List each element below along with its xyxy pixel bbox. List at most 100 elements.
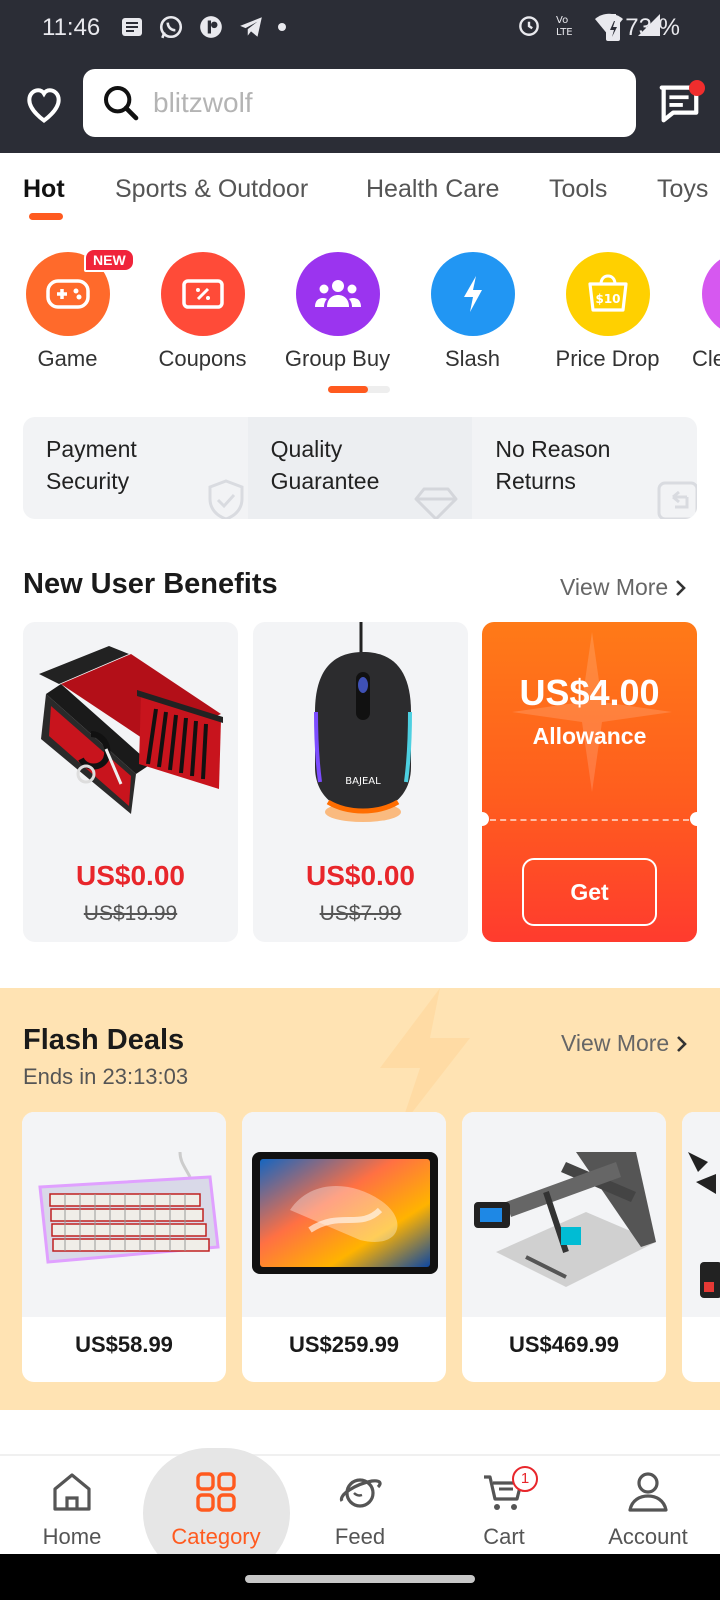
guarantee-line1: Payment [46,436,137,462]
flash-deals-section: Flash Deals Ends in 23:13:03 View More U… [0,988,720,1410]
tab-health-care[interactable]: Health Care [366,175,499,204]
flash-card-drone-partial[interactable] [682,1112,720,1382]
category-label: Game [37,346,98,371]
diamond-icon [414,487,458,519]
battery-percent: 73 % [625,14,680,41]
slash-circle [430,252,515,336]
svg-text:Vo: Vo [556,15,568,26]
chevron-right-icon [676,579,687,596]
nav-cart[interactable]: Cart [439,1456,569,1554]
notification-icons [120,14,286,40]
flash-price: US$259.99 [288,1332,400,1357]
group-icon [314,280,361,307]
category-slash[interactable]: Slash [405,250,540,372]
shield-check-icon [208,479,244,519]
nav-label: Feed [334,1524,386,1549]
category-game[interactable]: NEW Game [0,248,135,372]
nav-category[interactable]: Category [151,1456,281,1554]
app-root: { "status_bar": {"time": "11:46", "batte… [0,0,720,1600]
allowance-amount: US$4.00 [519,672,660,713]
product-price: US$0.00 [306,860,415,891]
whatsapp-icon [159,15,183,39]
view-more-label: View More [560,574,669,600]
flash-card-keyboard[interactable]: US$58.99 [22,1112,226,1382]
lightning-icon [463,276,482,312]
product-card-manicure-set[interactable]: US$0.00 US$19.99 [23,622,238,942]
coupon-notch-right [690,812,697,826]
new-badge: NEW [84,248,135,272]
flash-card-tablet[interactable]: US$259.99 [242,1112,446,1382]
laser-engraver-image [474,1152,656,1287]
category-coupons[interactable]: Coupons [135,250,270,372]
category-icon [196,1472,236,1512]
home-gesture-bar[interactable] [245,1575,475,1583]
tablet-image [252,1152,438,1274]
tab-hot[interactable]: Hot [23,175,65,204]
view-more-label: View More [561,1030,670,1056]
nav-label: Category [171,1524,261,1549]
allowance-label: Allowance [532,723,647,749]
category-label: Group Buy [284,346,391,371]
tab-toys[interactable]: Toys [657,175,708,204]
guarantee-strip: Payment Security Quality Guarantee No Re… [23,417,697,519]
category-label: Coupons [158,346,247,371]
price-tag-icon: $10 [587,274,628,312]
coupons-circle [160,252,245,336]
search-input[interactable] [153,79,613,127]
category-tabs: Hot Sports & Outdoor Health Care Tools T… [0,153,720,233]
category-clearance[interactable]: Cle [675,250,720,372]
product-image-area [22,1112,226,1317]
alarm-icon [519,16,539,36]
guarantee-quality[interactable]: Quality Guarantee [247,417,473,519]
product-price: US$0.00 [76,860,185,891]
message-notification-dot [689,80,705,96]
category-price-drop[interactable]: $10 Price Drop [540,250,675,372]
price-drop-circle: $10 [565,252,650,336]
search-icon [104,86,139,121]
top-header [0,60,720,153]
product-image-area [682,1112,720,1317]
product-image-area [242,1112,446,1317]
flash-price: US$58.99 [75,1332,173,1357]
keyboard-image [38,1151,220,1264]
cart-count-badge: 1 [512,1466,538,1492]
flash-deals-view-more[interactable]: View More [561,1030,688,1057]
quick-categories: NEW Game Coupons Group Buy Slash $10 Pri… [0,248,720,380]
wishlist-heart-icon[interactable] [22,82,66,126]
nav-home[interactable]: Home [7,1456,137,1554]
tab-tools[interactable]: Tools [549,175,607,204]
nav-label: Cart [483,1524,525,1549]
status-time: 11:46 [42,14,101,41]
guarantee-payment-security[interactable]: Payment Security [23,417,248,519]
guarantee-returns[interactable]: No Reason Returns [472,417,697,519]
home-icon [53,1473,91,1511]
chevron-right-icon [677,1035,688,1052]
active-tab-indicator [29,213,63,220]
category-label: Slash [444,346,501,371]
nav-feed[interactable]: Feed [295,1456,425,1554]
category-group-buy[interactable]: Group Buy [270,250,405,372]
new-user-view-more[interactable]: View More [560,574,687,601]
allowance-coupon-card[interactable]: US$4.00 Allowance Get [482,622,697,942]
battery-indicator: 73 % [605,14,680,42]
product-image-area [462,1112,666,1317]
category-scroll-indicator [328,386,390,393]
guarantee-line1: Quality [270,436,343,462]
get-allowance-button[interactable]: Get [522,858,657,926]
lightning-watermark-icon [380,988,470,1128]
nav-account[interactable]: Account [583,1456,713,1554]
search-bar[interactable] [83,69,636,137]
flash-price: US$469.99 [508,1332,620,1357]
tab-sports-outdoor[interactable]: Sports & Outdoor [115,175,308,204]
account-icon [628,1472,668,1512]
feed-planet-icon [339,1478,382,1508]
coupon-divider [490,819,689,821]
product-card-gaming-mouse[interactable]: BAJEAL US$0.00 US$7.99 [253,622,468,942]
news-icon [122,18,142,36]
manicure-set-image [39,646,223,814]
flash-deals-title: Flash Deals [23,1024,185,1056]
flash-card-laser-engraver[interactable]: US$469.99 [462,1112,666,1382]
flash-deals-countdown: Ends in 23:13:03 [23,1064,189,1089]
return-icon [657,481,697,519]
status-bar: 11:46 Vo LTE 73 % [0,0,720,60]
